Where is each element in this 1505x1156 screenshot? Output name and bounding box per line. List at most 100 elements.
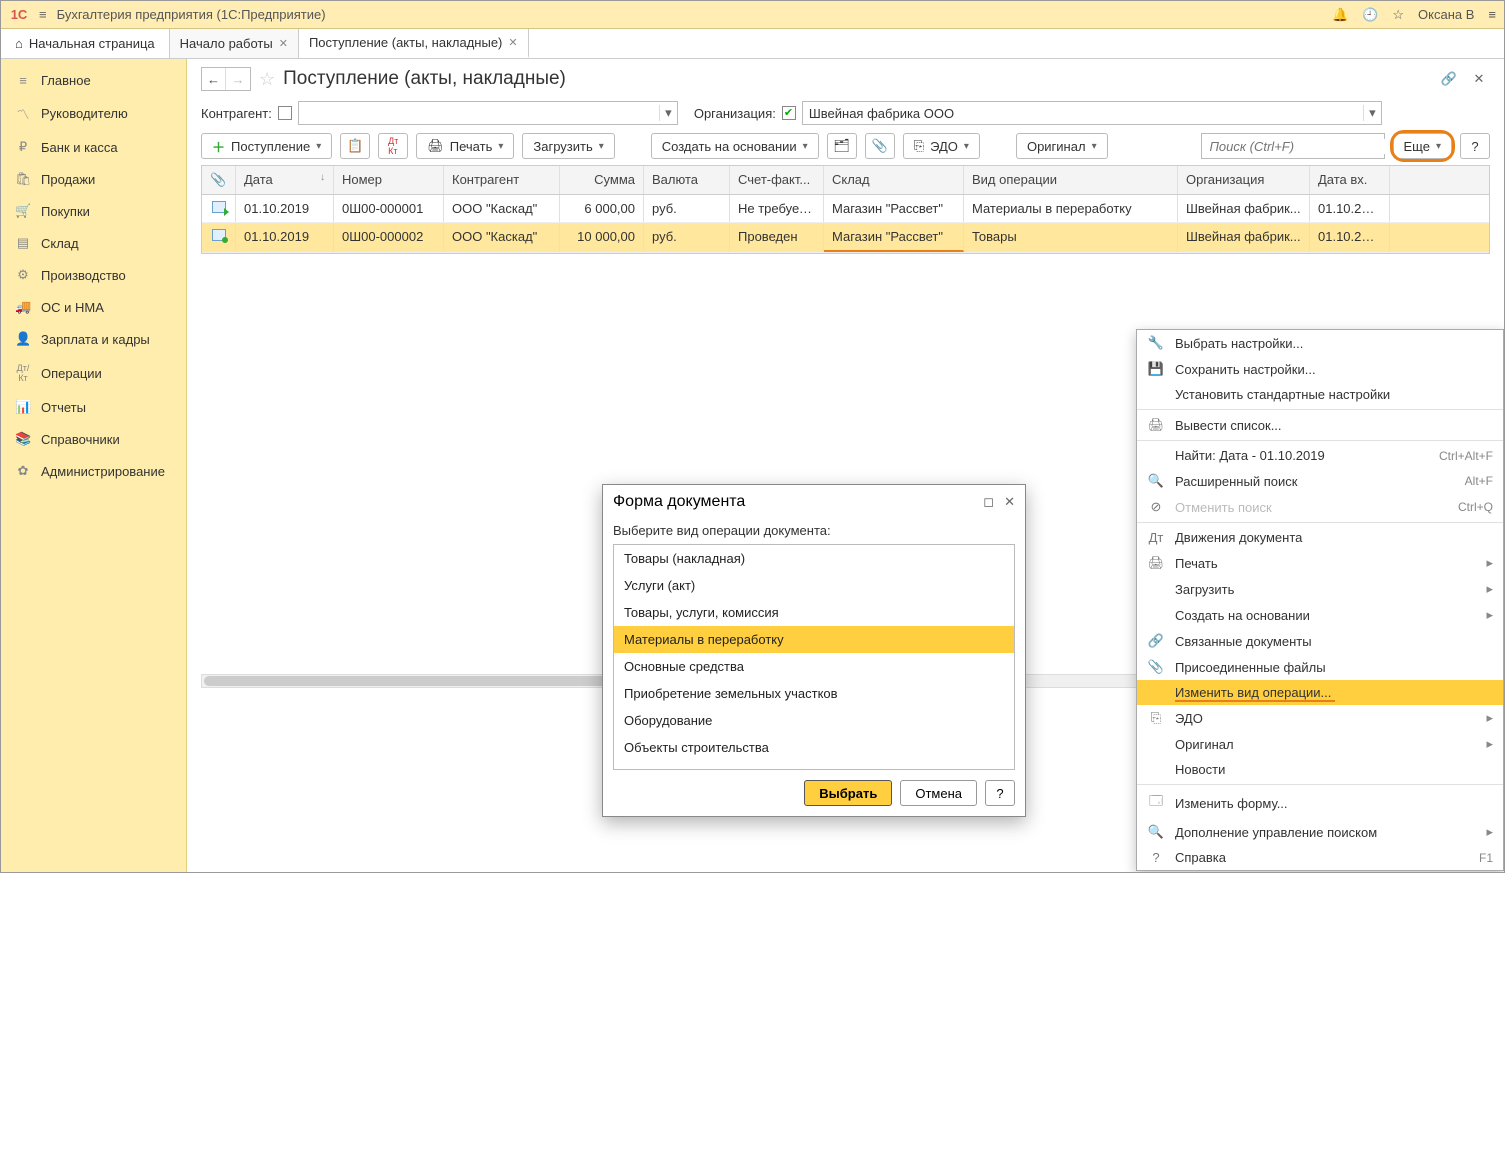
operation-type-option[interactable]: Материалы в переработку: [614, 626, 1014, 653]
sidebar-item-production[interactable]: ⚙Производство: [1, 259, 186, 291]
col-currency[interactable]: Валюта: [644, 166, 730, 194]
sidebar-item-bank[interactable]: ₽Банк и касса: [1, 131, 186, 163]
help-button[interactable]: ?: [985, 780, 1015, 806]
sidebar-item-reports[interactable]: 📊Отчеты: [1, 391, 186, 423]
sidebar-item-admin[interactable]: ✿Администрирование: [1, 455, 186, 487]
favorites-icon[interactable]: ☆: [1392, 7, 1404, 23]
menu-item[interactable]: Найти: Дата - 01.10.2019Ctrl+Alt+F: [1137, 443, 1503, 468]
operation-type-option[interactable]: Объекты строительства: [614, 734, 1014, 761]
table-row[interactable]: 01.10.2019 0Ш00-000002 ООО "Каскад" 10 0…: [202, 223, 1489, 253]
contragent-filter-checkbox[interactable]: [278, 106, 292, 120]
close-page-icon[interactable]: ✕: [1468, 68, 1490, 90]
menu-item[interactable]: Загрузить▸: [1137, 576, 1503, 602]
menu-item[interactable]: Новости: [1137, 757, 1503, 782]
help-button[interactable]: ?: [1460, 133, 1490, 159]
org-filter-checkbox[interactable]: [782, 106, 796, 120]
sidebar-item-manager[interactable]: 〽Руководителю: [1, 96, 186, 131]
operation-type-option[interactable]: Товары, услуги, комиссия: [614, 599, 1014, 626]
cancel-button[interactable]: Отмена: [900, 780, 977, 806]
operation-type-option[interactable]: Товары (накладная): [614, 545, 1014, 572]
contragent-combo[interactable]: ▾: [298, 101, 678, 125]
operation-type-option[interactable]: Основные средства: [614, 653, 1014, 680]
menu-item[interactable]: Установить стандартные настройки: [1137, 382, 1503, 407]
menu-item[interactable]: Изменить вид операции...: [1137, 680, 1503, 705]
menu-item[interactable]: 🔍Дополнение управление поиском▸: [1137, 819, 1503, 845]
close-icon[interactable]: ✕: [1004, 494, 1015, 510]
menu-item[interactable]: 🖨Вывести список...: [1137, 412, 1503, 438]
operation-type-list[interactable]: Товары (накладная)Услуги (акт)Товары, ус…: [613, 544, 1015, 770]
sidebar-item-hr[interactable]: 👤Зарплата и кадры: [1, 323, 186, 355]
col-org[interactable]: Организация: [1178, 166, 1310, 194]
col-sum[interactable]: Сумма: [560, 166, 644, 194]
col-operation[interactable]: Вид операции: [964, 166, 1178, 194]
tab-start[interactable]: Начало работы ✕: [170, 29, 299, 58]
sidebar-item-operations[interactable]: Дт/КтОперации: [1, 355, 186, 391]
home-tab[interactable]: ⌂ Начальная страница: [1, 29, 170, 58]
col-date-in[interactable]: Дата вх.: [1310, 166, 1390, 194]
col-attach[interactable]: 📎: [202, 166, 236, 194]
gear-icon: ⚙: [15, 267, 31, 283]
maximize-icon[interactable]: ◻: [983, 494, 994, 510]
nav-back-button[interactable]: ←: [202, 68, 226, 90]
main-menu-icon[interactable]: ≡: [39, 7, 47, 22]
menu-item[interactable]: 🗔Изменить форму...: [1137, 787, 1503, 819]
sidebar-item-purchases[interactable]: 🛒Покупки: [1, 195, 186, 227]
nav-forward-button[interactable]: →: [226, 68, 250, 90]
favorite-toggle-icon[interactable]: ☆: [259, 69, 275, 90]
menu-item[interactable]: 🔗Связанные документы: [1137, 628, 1503, 654]
menu-label: Загрузить: [1175, 582, 1476, 597]
operation-type-option[interactable]: Услуги (акт): [614, 572, 1014, 599]
tab-row: ⌂ Начальная страница Начало работы ✕ Пос…: [1, 29, 1504, 59]
sidebar-item-assets[interactable]: 🚚ОС и НМА: [1, 291, 186, 323]
sidebar-item-sales[interactable]: 🛍Продажи: [1, 163, 186, 195]
operation-type-option[interactable]: Оборудование: [614, 707, 1014, 734]
link-icon[interactable]: 🔗: [1438, 68, 1460, 90]
col-date[interactable]: Дата↓: [236, 166, 334, 194]
menu-item[interactable]: ДтДвижения документа: [1137, 525, 1503, 550]
menu-item[interactable]: Оригинал▸: [1137, 731, 1503, 757]
menu-item[interactable]: 🔍Расширенный поискAlt+F: [1137, 468, 1503, 494]
dtkt-button[interactable]: ДтКт: [378, 133, 408, 159]
related-docs-button[interactable]: 🗂: [827, 133, 857, 159]
menu-item[interactable]: 💾Сохранить настройки...: [1137, 356, 1503, 382]
chevron-down-icon[interactable]: ▾: [659, 105, 677, 121]
menu-item[interactable]: 🔧Выбрать настройки...: [1137, 330, 1503, 356]
menu-item[interactable]: Создать на основании▸: [1137, 602, 1503, 628]
sidebar-item-main[interactable]: ≡Главное: [1, 65, 186, 96]
sidebar-item-refs[interactable]: 📚Справочники: [1, 423, 186, 455]
col-contragent[interactable]: Контрагент: [444, 166, 560, 194]
original-button[interactable]: Оригинал▾: [1016, 133, 1108, 159]
user-label[interactable]: Оксана В: [1418, 7, 1474, 22]
create-based-button[interactable]: Создать на основании▾: [651, 133, 819, 159]
sidebar-item-warehouse[interactable]: ▤Склад: [1, 227, 186, 259]
print-button[interactable]: 🖨Печать▾: [416, 133, 514, 159]
menu-item[interactable]: ?СправкаF1: [1137, 845, 1503, 870]
operation-type-option[interactable]: Приобретение земельных участков: [614, 680, 1014, 707]
search-input[interactable]: ×: [1201, 133, 1385, 159]
col-number[interactable]: Номер: [334, 166, 444, 194]
tab-receipts[interactable]: Поступление (акты, накладные) ✕: [299, 29, 529, 58]
search-field[interactable]: [1202, 139, 1396, 154]
close-icon[interactable]: ✕: [508, 36, 517, 49]
org-combo[interactable]: Швейная фабрика ООО▾: [802, 101, 1382, 125]
menu-item[interactable]: ⎘ЭДО▸: [1137, 705, 1503, 731]
col-invoice[interactable]: Счет-факт...: [730, 166, 824, 194]
table-row[interactable]: 01.10.2019 0Ш00-000001 ООО "Каскад" 6 00…: [202, 195, 1489, 223]
menu-item[interactable]: 📎Присоединенные файлы: [1137, 654, 1503, 680]
col-warehouse[interactable]: Склад: [824, 166, 964, 194]
copy-button[interactable]: 📋: [340, 133, 370, 159]
notifications-icon[interactable]: 🔔: [1332, 7, 1348, 23]
history-icon[interactable]: 🕘: [1362, 7, 1378, 23]
window-menu-icon[interactable]: ≡: [1488, 7, 1496, 22]
close-icon[interactable]: ✕: [279, 37, 288, 50]
menu-item[interactable]: ⊘Отменить поискCtrl+Q: [1137, 494, 1503, 520]
app-logo: 1C: [9, 5, 29, 25]
edo-button[interactable]: ⎘ЭДО▾: [903, 133, 980, 159]
menu-item[interactable]: 🖨Печать▸: [1137, 550, 1503, 576]
chevron-down-icon[interactable]: ▾: [1363, 105, 1381, 121]
more-button[interactable]: Еще▾: [1393, 133, 1452, 159]
ok-button[interactable]: Выбрать: [804, 780, 892, 806]
receipt-button[interactable]: ＋Поступление▾: [201, 133, 332, 159]
attach-button[interactable]: 📎: [865, 133, 895, 159]
load-button[interactable]: Загрузить▾: [522, 133, 614, 159]
